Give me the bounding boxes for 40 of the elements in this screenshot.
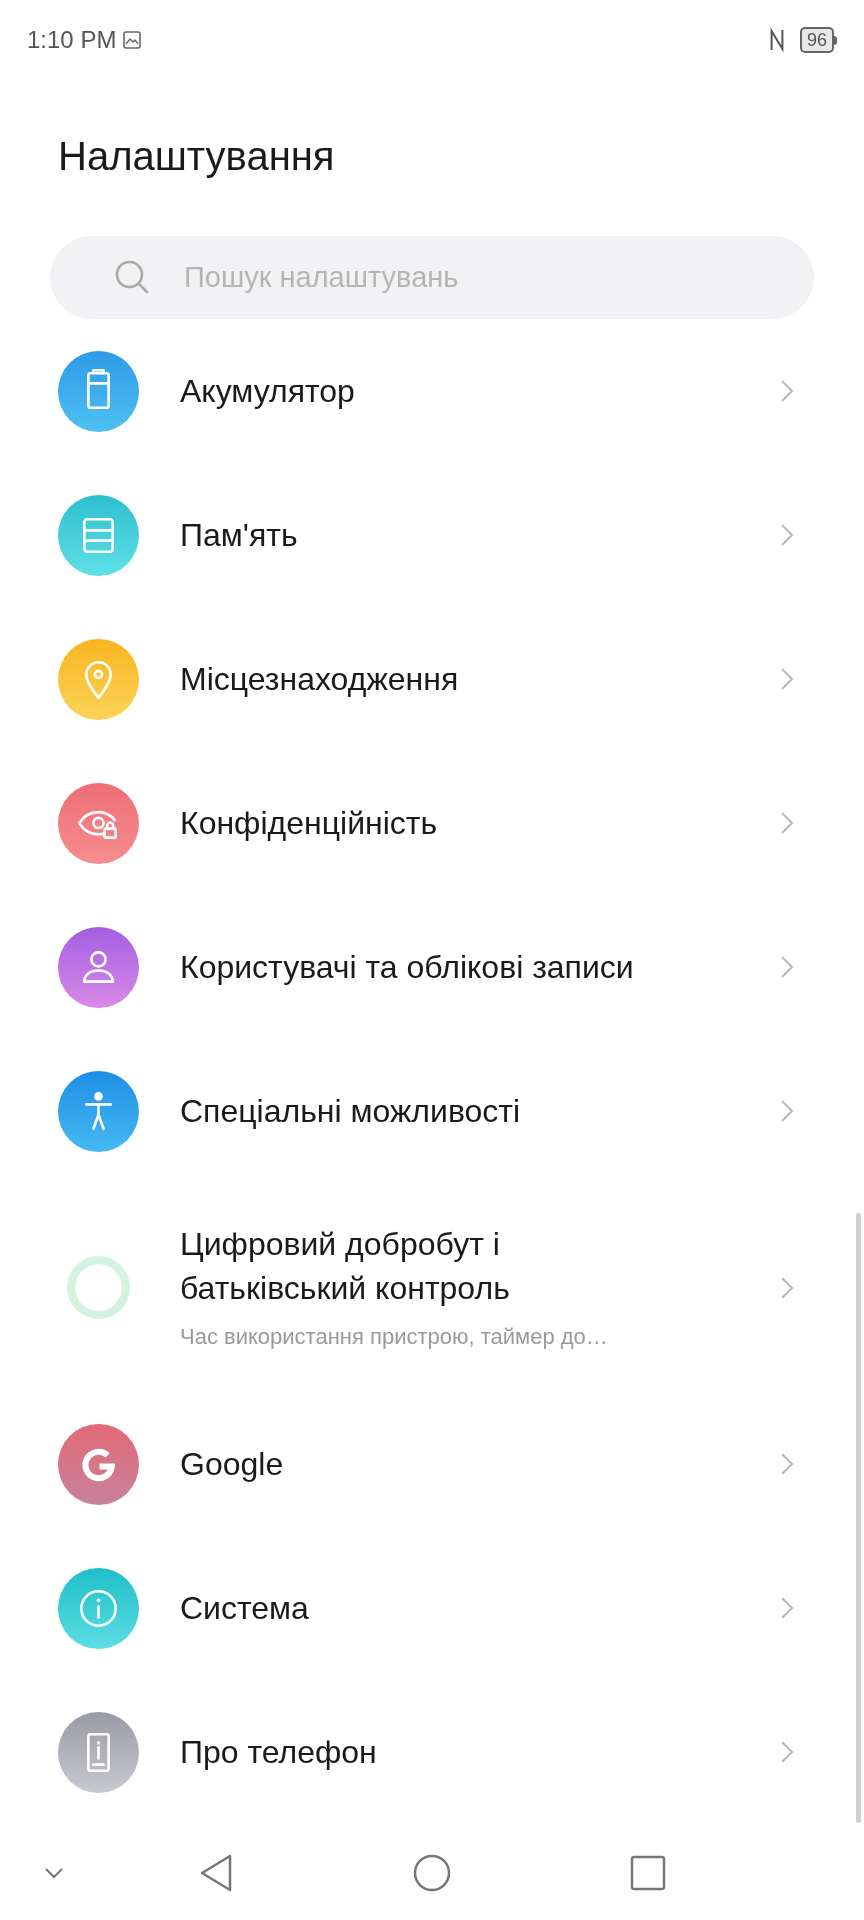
chevron-right-icon <box>780 1739 794 1765</box>
item-label: Про телефон <box>180 1733 378 1772</box>
settings-item[interactable]: Користувачі та облікові записи <box>0 895 864 1039</box>
item-label: Акумулятор <box>180 372 356 411</box>
item-label: Користувачі та облікові записи <box>180 948 635 987</box>
item-label: Система <box>180 1589 310 1628</box>
settings-item[interactable]: Місцезнаходження <box>0 607 864 751</box>
chevron-right-icon <box>780 1451 794 1477</box>
back-icon[interactable] <box>199 1852 233 1893</box>
settings-item[interactable]: Система <box>0 1536 864 1680</box>
item-label: Конфіденційність <box>180 804 439 843</box>
chevron-right-icon <box>780 666 794 692</box>
settings-item[interactable]: Конфіденційність <box>0 751 864 895</box>
chevron-right-icon <box>780 378 794 404</box>
chevron-right-icon <box>780 1595 794 1621</box>
image-icon <box>122 30 143 50</box>
battery-indicator: 96 <box>799 27 837 53</box>
page-title: Налаштування <box>57 133 336 180</box>
chevron-right-icon <box>780 954 794 980</box>
chevron-right-icon <box>780 522 794 548</box>
settings-item[interactable]: Google <box>0 1392 864 1536</box>
settings-item[interactable]: Акумулятор <box>0 319 864 463</box>
status-time: 1:10 PM <box>27 25 117 55</box>
settings-item[interactable]: Пам'ять <box>0 463 864 607</box>
settings-item[interactable]: Про телефон <box>0 1680 864 1824</box>
settings-item[interactable]: Спеціальні можливості <box>0 1039 864 1183</box>
item-subtitle: Час використання пристрою, таймер до… <box>180 1323 609 1351</box>
chevron-right-icon <box>780 1098 794 1124</box>
item-label: Цифровий добробут і батьківський контроль <box>180 1225 511 1308</box>
recents-icon[interactable] <box>630 1854 666 1891</box>
search-field[interactable]: Пошук налаштувань <box>50 236 814 319</box>
item-label: Місцезнаходження <box>180 660 460 699</box>
settings-item[interactable]: Цифровий добробут і батьківський контроль Час використання пристрою, таймер до… <box>0 1183 864 1392</box>
item-label: Google <box>180 1445 285 1484</box>
chevron-down-icon[interactable] <box>44 1866 64 1879</box>
item-label: Спеціальні можливості <box>180 1092 522 1131</box>
chevron-right-icon <box>780 1274 794 1301</box>
item-label: Пам'ять <box>180 516 299 555</box>
home-icon[interactable] <box>412 1852 452 1893</box>
chevron-right-icon <box>780 810 794 836</box>
